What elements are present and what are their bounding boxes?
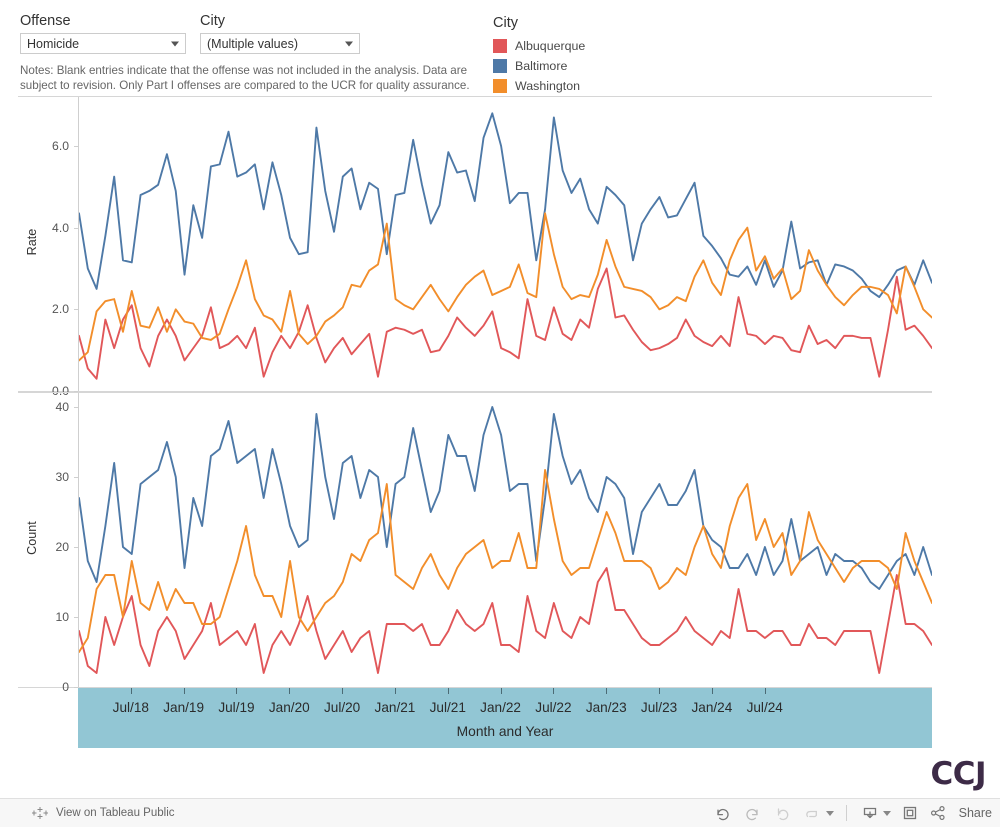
refresh-icon: [805, 810, 817, 817]
legend-item-washington[interactable]: Washington: [493, 76, 585, 96]
rate-ytick-label: 2.0: [52, 302, 69, 317]
legend-title: City: [493, 15, 518, 31]
count-ytick-label: 0: [62, 680, 69, 694]
offense-filter-label: Offense: [20, 13, 71, 29]
x-axis-tick-label: Jan/22: [480, 700, 522, 715]
count-ytick-label: 20: [55, 540, 69, 554]
x-axis-tick-mark: [289, 688, 291, 694]
revert-icon: [777, 807, 789, 820]
count-y-axis: 0 10 20 30 40 Count: [18, 393, 78, 694]
download-dropdown-caret[interactable]: [882, 810, 891, 816]
count-chart-panel: 0 10 20 30 40 Count: [18, 392, 932, 694]
x-axis-tick-label: Jan/19: [163, 700, 205, 715]
x-axis-tick-label: Jan/21: [374, 700, 416, 715]
x-axis-tick-label: Jul/22: [535, 700, 572, 715]
filter-bar: Offense Homicide City (Multiple values) …: [0, 0, 1000, 96]
offense-dropdown[interactable]: Homicide: [20, 33, 186, 54]
legend-swatch-washington: [493, 79, 507, 93]
x-axis-tick-mark: [183, 688, 185, 694]
share-button[interactable]: [929, 804, 947, 822]
series-line-washington: [79, 470, 932, 652]
legend-swatch-baltimore: [493, 59, 507, 73]
undo-icon: [717, 808, 729, 820]
legend-label-albuquerque: Albuquerque: [515, 39, 586, 53]
x-axis-tick-mark: [606, 688, 608, 694]
rate-ytick-label: 4.0: [52, 220, 69, 235]
undo-button[interactable]: [708, 800, 738, 826]
bottom-toolbar: View on Tableau Public Share: [0, 798, 1000, 827]
notes-text: Notes: Blank entries indicate that the o…: [20, 64, 470, 92]
rate-y-axis: 0.0 2.0 4.0 6.0 Rate: [18, 97, 78, 398]
city-filter: City (Multiple values): [200, 12, 360, 54]
share-icon: [930, 805, 945, 820]
x-axis-tick-label: Jan/24: [691, 700, 733, 715]
count-plot[interactable]: [78, 393, 932, 687]
legend-item-albuquerque[interactable]: Albuquerque: [493, 36, 585, 56]
x-axis-band[interactable]: Month and Year Jul/18 Jan/19 Jul/19 Jan/20 J…: [78, 688, 932, 748]
toolbar-actions: Share: [708, 800, 992, 826]
view-on-tableau-public-label: View on Tableau Public: [56, 807, 175, 819]
x-axis-tick-mark: [500, 688, 502, 694]
rate-lines: [79, 97, 932, 391]
x-axis-tick-mark: [236, 688, 238, 694]
x-axis-tick-label: Jan/23: [585, 700, 627, 715]
fullscreen-button[interactable]: [895, 800, 925, 826]
ccj-logo: CCJ: [930, 756, 986, 792]
city-dropdown[interactable]: (Multiple values): [200, 33, 360, 54]
x-axis-tick-label: Jan/20: [268, 700, 310, 715]
series-line-albuquerque: [79, 568, 932, 673]
fullscreen-icon: [903, 806, 916, 820]
view-on-tableau-public-link[interactable]: View on Tableau Public: [32, 805, 175, 821]
count-lines: [79, 393, 932, 687]
x-axis-title: Month and Year: [456, 724, 554, 739]
dashboard-root: Offense Homicide City (Multiple values) …: [0, 0, 1000, 827]
count-ytick-label: 40: [55, 400, 69, 414]
x-axis-tick-mark: [711, 688, 713, 694]
city-filter-label: City: [200, 13, 225, 29]
count-ytick-label: 10: [55, 610, 69, 624]
offense-dropdown-value: Homicide: [27, 36, 80, 51]
count-axis-title: Count: [25, 521, 39, 555]
share-label: Share: [958, 806, 992, 820]
x-axis-tick-mark: [447, 688, 449, 694]
x-axis-tick-label: Jul/23: [640, 700, 678, 715]
x-axis-tick-mark: [130, 688, 132, 694]
redo-button[interactable]: [738, 800, 768, 826]
tableau-icon: [32, 807, 48, 819]
toolbar-divider: [845, 805, 847, 821]
refresh-button[interactable]: [798, 800, 828, 826]
x-axis-tick-mark: [553, 688, 555, 694]
revert-button[interactable]: [768, 800, 798, 826]
city-legend: City Albuquerque Baltimore Washington: [493, 14, 585, 96]
redo-icon: [746, 808, 758, 820]
x-axis-tick-mark: [764, 688, 766, 694]
legend-label-washington: Washington: [515, 79, 580, 93]
x-axis-tick-mark: [342, 688, 344, 694]
rate-axis-title: Rate: [25, 228, 39, 256]
rate-ytick-label: 6.0: [52, 139, 69, 153]
x-axis-tick-label: Jul/21: [429, 700, 466, 715]
x-axis-tick-label: Jul/19: [218, 700, 255, 715]
download-button[interactable]: [855, 800, 885, 826]
count-ytick-label: 30: [55, 470, 69, 484]
legend-label-baltimore: Baltimore: [515, 59, 568, 73]
series-line-albuquerque: [79, 269, 932, 379]
chevron-down-icon: [171, 41, 179, 46]
x-axis-tick-label: Jul/18: [112, 700, 149, 715]
download-icon: [863, 807, 876, 819]
legend-swatch-albuquerque: [493, 39, 507, 53]
chevron-down-icon: [345, 41, 353, 46]
x-axis-tick-mark: [394, 688, 396, 694]
rate-plot[interactable]: [78, 97, 932, 391]
city-dropdown-value: (Multiple values): [207, 36, 299, 51]
chart-area: 0.0 2.0 4.0 6.0 Rate 0 10 20 30 40 Count Month an…: [0, 96, 1000, 752]
legend-item-baltimore[interactable]: Baltimore: [493, 56, 585, 76]
x-axis-tick-label: Jul/24: [746, 700, 783, 715]
rate-chart-panel: 0.0 2.0 4.0 6.0 Rate: [18, 96, 932, 398]
x-axis-tick-label: Jul/20: [323, 700, 361, 715]
offense-filter: Offense Homicide: [20, 12, 186, 54]
x-axis-tick-mark: [659, 688, 661, 694]
